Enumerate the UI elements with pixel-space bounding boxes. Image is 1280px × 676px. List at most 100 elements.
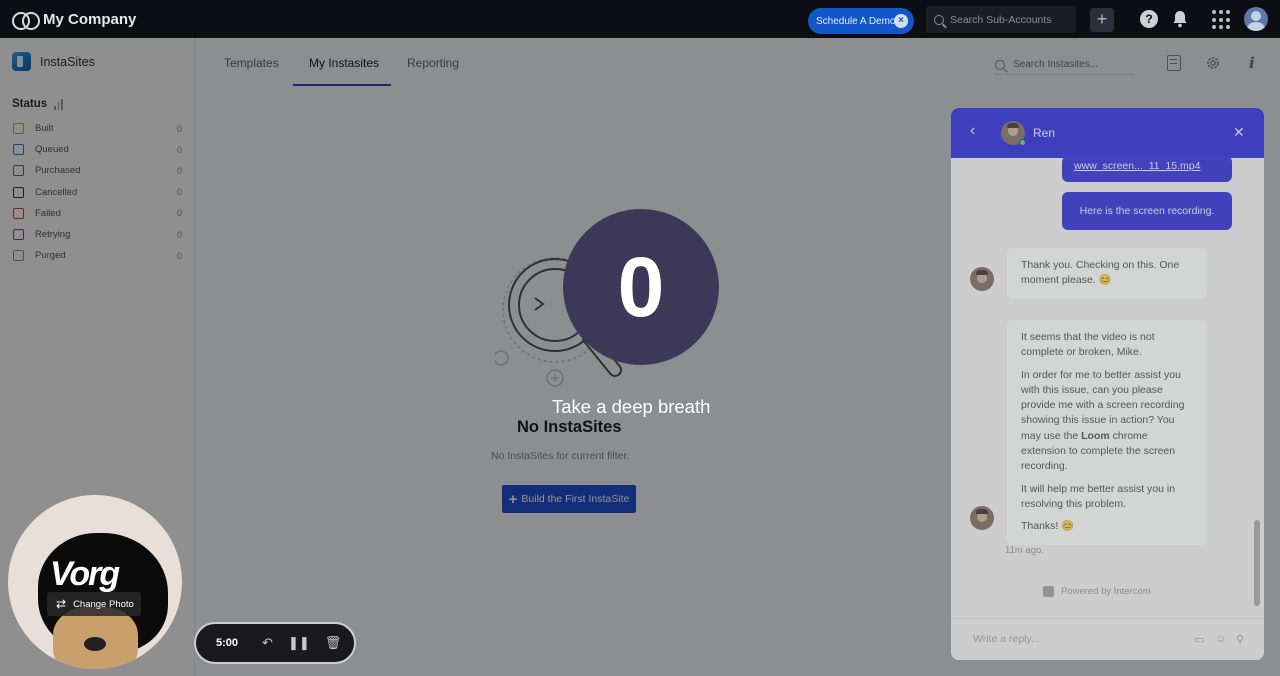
status-filter-purchased[interactable]: Purchased 0	[0, 160, 194, 181]
status-label: Failed	[35, 207, 61, 219]
status-label: Purchased	[35, 165, 81, 177]
bar-chart-icon	[54, 98, 63, 110]
schedule-demo-label: Schedule A Demo	[816, 15, 896, 27]
add-button[interactable]: +	[1090, 8, 1114, 32]
agent-message-text: In order for me to better assist you wit…	[1021, 368, 1185, 473]
tab-reporting[interactable]: Reporting	[407, 56, 459, 70]
status-checkbox[interactable]	[13, 229, 24, 241]
status-filter-failed[interactable]: Failed 0	[0, 203, 194, 224]
recording-timer: 5:00	[216, 637, 239, 649]
close-demo-icon[interactable]: ×	[894, 14, 908, 28]
status-checkbox[interactable]	[13, 165, 24, 177]
user-avatar[interactable]	[1244, 7, 1268, 31]
attachment-bubble[interactable]: www_screen..._11_15.mp4	[1062, 156, 1232, 182]
plus-icon: +	[508, 490, 518, 508]
active-tab-indicator	[293, 84, 391, 86]
instasite-search-placeholder: Search Instasites...	[1013, 59, 1099, 70]
search-icon	[995, 59, 1005, 70]
emoji-icon[interactable]: ☺	[1215, 633, 1226, 646]
status-label: Retrying	[35, 229, 71, 241]
top-bar: My Company Schedule A Demo × Search Sub-…	[0, 0, 1280, 38]
status-count: 0	[176, 144, 182, 155]
intercom-icon	[1043, 586, 1054, 597]
attachment-link[interactable]: www_screen..._11_15.mp4	[1074, 160, 1200, 172]
agent-name: Ren	[1033, 126, 1056, 140]
user-message-bubble: Here is the screen recording.	[1062, 192, 1232, 230]
message-timestamp: 11m ago.	[1005, 545, 1044, 556]
webcam-subject-nose	[84, 637, 106, 651]
status-checkbox[interactable]	[13, 207, 24, 219]
gear-icon[interactable]	[1205, 55, 1221, 71]
countdown-circle: 0	[563, 209, 719, 365]
tab-bar: Templates My Instasites Reporting Search…	[195, 38, 1280, 88]
agent-message-bubble: It seems that the video is not complete …	[1007, 320, 1207, 545]
status-count: 0	[176, 187, 182, 198]
tab-my-instasites[interactable]: My Instasites	[309, 56, 379, 70]
instasite-search-input[interactable]: Search Instasites...	[995, 55, 1135, 75]
recording-controls: 5:00 ↶ ❚❚ 🗑	[194, 622, 356, 664]
status-count: 0	[176, 123, 182, 134]
info-icon[interactable]: i	[1249, 54, 1255, 72]
swap-icon: ⇄	[56, 597, 67, 611]
chat-panel: ‹ Ren ✕ www_screen..._11_15.mp4 Here is …	[951, 108, 1264, 660]
status-label: Status	[12, 98, 48, 110]
status-checkbox[interactable]	[13, 250, 24, 262]
status-checkbox[interactable]	[13, 186, 24, 198]
company-logo[interactable]: My Company	[12, 10, 137, 30]
status-label: Purged	[35, 250, 66, 262]
online-status-dot	[1019, 139, 1026, 146]
status-count: 0	[176, 229, 182, 240]
search-icon	[934, 14, 944, 25]
pause-icon[interactable]: ❚❚	[288, 635, 310, 651]
app-name: InstaSites	[40, 54, 95, 69]
document-icon[interactable]	[1167, 55, 1181, 71]
empty-state-subtitle: No InstaSites for current filter.	[491, 450, 630, 462]
company-name: My Company	[43, 10, 137, 28]
apps-grid-icon[interactable]	[1212, 10, 1232, 30]
sub-account-search-placeholder: Search Sub-Accounts	[950, 13, 1052, 26]
webcam-bubble[interactable]: Vorg	[8, 495, 182, 669]
back-arrow-icon[interactable]: ‹	[970, 122, 975, 140]
status-label: Cancelled	[35, 186, 78, 198]
status-count: 0	[176, 250, 182, 261]
undo-icon[interactable]: ↶	[262, 635, 273, 651]
sub-account-search[interactable]: Search Sub-Accounts	[926, 6, 1076, 33]
change-photo-label: Change Photo	[73, 598, 134, 610]
trash-icon[interactable]: 🗑	[325, 635, 342, 651]
bell-icon[interactable]	[1170, 9, 1190, 29]
status-filter-built[interactable]: Built 0	[0, 118, 194, 139]
agent-message-bubble: Thank you. Checking on this. One moment …	[1007, 248, 1207, 299]
powered-by-text: Powered by Intercom	[1061, 586, 1151, 597]
status-filter-retrying[interactable]: Retrying 0	[0, 224, 194, 245]
status-count: 0	[176, 165, 182, 176]
status-list: Built 0 Queued 0 Purchased 0 Cancelled 0 Failed 0…	[0, 118, 194, 266]
attachment-icon[interactable]: ⚲	[1236, 633, 1244, 646]
powered-by[interactable]: Powered by Intercom	[1043, 586, 1151, 597]
agent-message-avatar	[970, 267, 994, 291]
company-logo-icon	[12, 12, 40, 30]
change-photo-button[interactable]: ⇄ Change Photo	[47, 592, 141, 616]
empty-state-title: No InstaSites	[517, 418, 622, 436]
status-filter-queued[interactable]: Queued 0	[0, 139, 194, 160]
app-header: InstaSites	[12, 52, 194, 71]
build-first-instasite-button[interactable]: + Build the First InstaSite	[502, 485, 636, 513]
status-checkbox[interactable]	[13, 144, 24, 156]
status-label: Built	[35, 123, 54, 135]
chat-scrollbar[interactable]	[1254, 520, 1260, 606]
webcam-scribble: Vorg	[50, 555, 120, 593]
agent-message-avatar	[970, 506, 994, 530]
status-filter-purged[interactable]: Purged 0	[0, 245, 194, 266]
agent-message-text: It will help me better assist you in res…	[1021, 482, 1176, 510]
schedule-demo-button[interactable]: Schedule A Demo ×	[808, 8, 914, 34]
status-checkbox[interactable]	[13, 123, 24, 135]
agent-message-text: Thank you. Checking on this. One moment …	[1021, 259, 1180, 287]
tab-templates[interactable]: Templates	[224, 56, 279, 70]
status-label: Queued	[35, 144, 69, 156]
close-icon[interactable]: ✕	[1233, 124, 1245, 141]
gif-icon[interactable]: ▭	[1194, 633, 1204, 646]
help-icon[interactable]: ?	[1140, 10, 1158, 28]
status-filter-cancelled[interactable]: Cancelled 0	[0, 182, 194, 203]
reply-toolbar: ▭ ☺ ⚲	[1194, 633, 1244, 646]
reply-input[interactable]: Write a reply...	[973, 633, 1040, 645]
reply-box[interactable]: Write a reply... ▭ ☺ ⚲	[951, 618, 1264, 660]
